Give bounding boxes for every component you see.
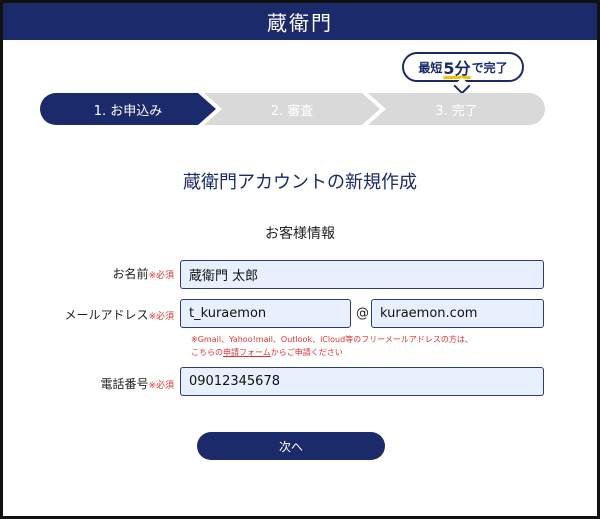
header-bar: 蔵衛門 bbox=[3, 3, 597, 40]
note-line-2-post: からご申請ください bbox=[270, 348, 343, 357]
next-button[interactable]: 次へ bbox=[197, 432, 385, 460]
phone-label: 電話番号※必須 bbox=[60, 375, 174, 392]
required-mark: ※必須 bbox=[148, 271, 174, 281]
name-input[interactable]: 蔵衛門 太郎 bbox=[180, 260, 544, 289]
email-domain-value: kuraemon.com bbox=[380, 306, 478, 321]
email-label-text: メールアドレス bbox=[64, 308, 149, 322]
step-apply-label: 1. お申込み bbox=[93, 103, 163, 119]
name-label: お名前※必須 bbox=[60, 265, 174, 282]
name-input-value: 蔵衛門 太郎 bbox=[189, 269, 259, 284]
email-domain-input[interactable]: kuraemon.com bbox=[371, 299, 544, 328]
progress-steps: 1. お申込み 2. 審査 3. 完了 bbox=[40, 93, 545, 125]
page-title: 蔵衛門アカウントの新規作成 bbox=[183, 172, 417, 193]
email-at-sign: @ bbox=[356, 306, 369, 321]
step-complete-label: 3. 完了 bbox=[435, 103, 478, 119]
phone-label-text: 電話番号 bbox=[100, 377, 149, 391]
name-label-text: お名前 bbox=[112, 267, 149, 281]
note-line-2: こちらの申請フォームからご申請ください bbox=[191, 346, 473, 359]
step-review-label: 2. 審査 bbox=[270, 103, 314, 119]
fast-completion-badge: 最短 5分 で完了 bbox=[402, 52, 524, 82]
step-complete: 3. 完了 bbox=[368, 93, 545, 125]
step-apply: 1. お申込み bbox=[40, 93, 216, 125]
note-line-2-pre: こちらの bbox=[191, 348, 223, 357]
email-label: メールアドレス※必須 bbox=[40, 306, 174, 323]
phone-input-value: 09012345678 bbox=[189, 374, 280, 389]
phone-input[interactable]: 09012345678 bbox=[180, 367, 544, 396]
email-local-input[interactable]: t_kuraemon bbox=[180, 299, 351, 328]
section-heading: お客様情報 bbox=[265, 226, 335, 242]
required-mark: ※必須 bbox=[148, 312, 174, 322]
badge-suffix: で完了 bbox=[471, 60, 508, 75]
application-form-link[interactable]: 申請フォーム bbox=[223, 348, 271, 357]
email-local-value: t_kuraemon bbox=[189, 306, 267, 321]
free-mail-note: ※Gmail、Yahoo!mail、Outlook、iCloud等のフリーメール… bbox=[191, 333, 473, 359]
step-review: 2. 審査 bbox=[204, 93, 380, 125]
note-line-1: ※Gmail、Yahoo!mail、Outlook、iCloud等のフリーメール… bbox=[191, 335, 473, 344]
badge-highlight: 5分 bbox=[443, 59, 471, 78]
kuraemon-logo: 蔵衛門 bbox=[267, 11, 333, 35]
badge-prefix: 最短 bbox=[418, 60, 443, 75]
required-mark: ※必須 bbox=[148, 381, 174, 391]
